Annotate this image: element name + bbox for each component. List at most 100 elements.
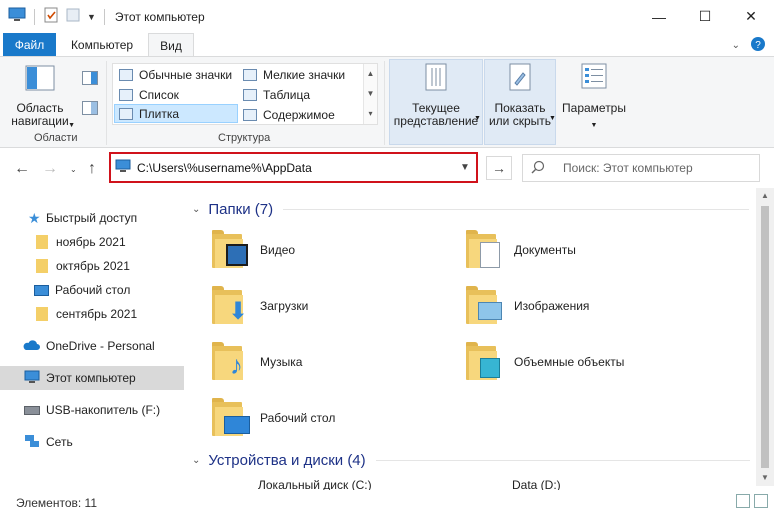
layout-tiles[interactable]: Плитка [114,104,238,123]
title-bar: ▼ Этот компьютер — ☐ ✕ [0,0,774,33]
tab-file[interactable]: Файл [3,33,56,56]
desktop-icon [34,284,49,296]
drives-group-header[interactable]: ⌄ Устройства и диски (4) [192,452,750,469]
up-arrow-icon[interactable]: ↑ [88,160,96,178]
folder-label: Объемные объекты [514,355,625,369]
address-path[interactable]: C:\Users\%username%\AppData [137,161,454,175]
folder-music[interactable]: ♪ Музыка [212,342,302,382]
layout-small-icons[interactable]: Мелкие значки [239,65,361,84]
layout-details[interactable]: Таблица [239,85,361,104]
scroll-down-icon[interactable]: ▼ [364,84,377,104]
tab-computer[interactable]: Компьютер [62,33,142,57]
sidebar-item-quick-access[interactable]: ★ Быстрый доступ [0,206,184,230]
usb-drive-icon [24,405,40,415]
svg-text:?: ? [755,40,761,51]
options-button[interactable]: Параметры ▼ [560,63,628,132]
layout-list[interactable]: Список [115,85,237,104]
group-divider [283,209,750,210]
layout-gallery: Обычные значки Мелкие значки Список Табл… [112,63,378,125]
layout-item-label: Таблица [263,87,311,102]
close-button[interactable]: ✕ [728,0,774,33]
computer-icon [24,370,40,387]
video-folder-icon [212,230,252,270]
maximize-button[interactable]: ☐ [682,0,728,33]
folders-header-label: Папки (7) [208,201,274,218]
quick-access-toolbar: ▼ [0,7,107,26]
content-icon [243,108,257,121]
sidebar-item-desktop[interactable]: Рабочий стол [0,278,184,302]
details-icon [243,88,257,101]
folder-documents[interactable]: Документы [466,230,576,270]
details-pane-icon[interactable] [82,101,98,118]
properties-icon[interactable] [43,7,59,26]
layout-gallery-scroll[interactable]: ▲ ▼ ▾ [363,64,377,124]
search-icon [531,160,545,177]
collapse-ribbon-icon[interactable]: ⌄ [732,40,740,51]
sidebar-item-network[interactable]: Сеть [0,430,184,454]
current-view-label-2: представление [393,114,479,128]
sidebar-item-label: USB-накопитель (F:) [46,403,161,417]
search-box[interactable]: Поиск: Этот компьютер [522,154,760,182]
forward-arrow-icon[interactable]: → [42,160,58,178]
search-placeholder: Поиск: Этот компьютер [563,161,693,175]
folder-downloads[interactable]: ⬇ Загрузки [212,286,308,326]
current-view-button[interactable]: Текущее представление [390,63,482,128]
folder-label: Рабочий стол [260,411,336,425]
sidebar-item-label: Этот компьютер [46,371,136,385]
tab-view[interactable]: Вид [148,33,194,57]
help-icon[interactable]: ? [750,36,766,55]
folder-3d-objects[interactable]: Объемные объекты [466,342,624,382]
status-bar: Элементов: 11 [0,490,774,515]
layout-item-label: Мелкие значки [263,67,346,82]
address-bar[interactable]: C:\Users\%username%\AppData ▼ [109,152,478,183]
computer-icon [115,159,131,176]
minimize-button[interactable]: — [636,0,682,33]
customize-toolbar-icon[interactable]: ▼ [87,12,96,22]
folder-desktop[interactable]: Рабочий стол [212,398,335,438]
layout-large-icons[interactable]: Обычные значки [115,65,237,84]
navigation-pane-button[interactable]: Область навигации ▼ [8,65,75,129]
chevron-down-icon[interactable]: ▼ [454,162,476,173]
toolbar-divider [103,8,105,25]
scrollbar-thumb[interactable] [761,206,769,468]
preview-pane-icon[interactable] [82,71,98,88]
sidebar-item-onedrive[interactable]: OneDrive - Personal [0,334,184,358]
back-arrow-icon[interactable]: ← [14,160,30,178]
drives-header-label: Устройства и диски (4) [208,452,366,469]
documents-folder-icon [466,230,506,270]
scroll-up-icon[interactable]: ▲ [756,188,774,204]
layout-content[interactable]: Содержимое [239,105,361,124]
downloads-folder-icon: ⬇ [212,286,252,326]
folders-group-header[interactable]: ⌄ Папки (7) [192,201,750,218]
folder-video[interactable]: Видео [212,230,295,270]
gallery-more-icon[interactable]: ▾ [364,104,377,124]
folder-pictures[interactable]: Изображения [466,286,589,326]
ribbon: Область навигации ▼ Области Обычные знач… [0,56,774,148]
group-divider [375,460,750,461]
recent-locations-icon[interactable]: ⌄ [70,165,77,174]
sidebar-item-october-2021[interactable]: октябрь 2021 [0,254,184,278]
large-icons-view-icon[interactable] [754,494,768,508]
options-icon [580,63,608,92]
chevron-down-icon: ⌄ [192,455,201,466]
vertical-scrollbar[interactable]: ▲ ▼ [756,188,774,486]
scroll-up-icon[interactable]: ▲ [364,64,377,84]
sidebar-item-this-pc[interactable]: Этот компьютер [0,366,184,390]
layout-item-label: Обычные значки [139,67,233,82]
show-hide-label-2: или скрыть [488,114,552,128]
sidebar-item-label: сентябрь 2021 [56,307,138,321]
sidebar-item-september-2021[interactable]: сентябрь 2021 [0,302,184,326]
go-button[interactable]: → [486,156,512,180]
new-folder-icon[interactable] [65,7,81,26]
sidebar-item-usb-drive[interactable]: USB-накопитель (F:) [0,398,184,422]
window-title: Этот компьютер [114,9,205,24]
sidebar-item-november-2021[interactable]: ноябрь 2021 [0,230,184,254]
folder-icon [36,307,48,321]
ribbon-divider [106,61,107,145]
chevron-down-icon: ▼ [590,122,598,129]
computer-icon [8,7,26,26]
scroll-down-icon[interactable]: ▼ [756,470,774,486]
show-hide-button[interactable]: Показать или скрыть [485,63,555,128]
details-view-icon[interactable] [736,494,750,508]
sidebar-item-label: Сеть [46,435,73,449]
